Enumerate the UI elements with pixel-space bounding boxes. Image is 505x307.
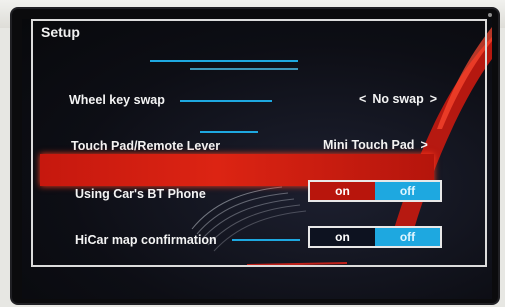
touch-pad-remote-lever-value: Mini Touch Pad [323, 138, 415, 152]
chevron-right-icon[interactable]: > [430, 92, 437, 106]
hicar-map-off-option[interactable]: off [375, 228, 440, 246]
bezel-indicator-dot [488, 13, 492, 17]
hicar-map-confirmation-label: HiCar map confirmation [75, 233, 217, 247]
wheel-key-swap-label: Wheel key swap [69, 93, 165, 107]
hicar-map-toggle[interactable]: on off [308, 226, 442, 248]
hicar-map-on-option[interactable]: on [310, 228, 375, 246]
bt-phone-on-option[interactable]: on [310, 182, 375, 200]
touch-pad-remote-lever-selector[interactable]: Mini Touch Pad > [323, 138, 434, 152]
chevron-left-icon[interactable]: < [359, 92, 366, 106]
bt-phone-toggle[interactable]: on off [308, 180, 442, 202]
page-title: Setup [41, 24, 80, 40]
wheel-key-swap-selector[interactable]: < No swap > [353, 92, 443, 106]
using-cars-bt-phone-label: Using Car's BT Phone [75, 187, 206, 201]
bt-phone-off-option[interactable]: off [375, 182, 440, 200]
touch-pad-remote-lever-label: Touch Pad/Remote Lever [71, 139, 221, 153]
wheel-key-swap-value: No swap [372, 92, 424, 106]
chevron-right-icon[interactable]: > [420, 138, 427, 152]
